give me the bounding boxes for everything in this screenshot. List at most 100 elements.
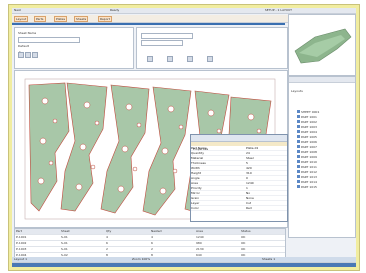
part-icon — [297, 180, 300, 183]
property-value: 1240 — [246, 181, 254, 185]
table-cell: Area — [196, 229, 203, 233]
property-value: 0 — [246, 176, 248, 180]
footer-mid-text: Zoom 100% — [132, 257, 151, 261]
property-key: Area — [191, 181, 198, 185]
table-cell: S-01 — [61, 241, 68, 245]
tab-underline — [12, 23, 285, 25]
tree-item-label: PART 1003 — [301, 124, 317, 129]
part-icon — [297, 155, 300, 158]
property-key: Part Name — [191, 146, 207, 150]
tree-item-label: PART 1006 — [301, 139, 317, 144]
part-icon — [297, 115, 300, 118]
tree-panel: Layouts SHEET 0001 PART 1001 PART 1002 PART… — [288, 76, 356, 238]
tree-item-label: PART 1008 — [301, 149, 317, 154]
tree-item[interactable]: PART 1015 — [297, 184, 355, 189]
property-value: 420 — [246, 166, 252, 170]
tree-item-label: PART 1011 — [301, 164, 317, 169]
option-label: Default — [18, 44, 29, 48]
property-key: Angle — [191, 176, 200, 180]
table-cell: Part — [16, 229, 22, 233]
table-cell: OK — [241, 235, 246, 239]
tree-item-label: PART 1001 — [301, 114, 317, 119]
property-key: Thickness — [191, 161, 206, 165]
app-window: Nest Ready SETUP - 1 LAYOUT Layout Parts… — [12, 8, 356, 267]
property-value: 310 — [246, 171, 252, 175]
part-preview-svg — [294, 28, 352, 64]
table-cell: OK — [241, 247, 246, 251]
part-icon — [297, 165, 300, 168]
option-field[interactable] — [141, 33, 193, 39]
property-key: Material — [191, 156, 204, 160]
property-key: Quantity — [191, 151, 204, 155]
toolbar-btn-2[interactable] — [167, 56, 173, 62]
sheet-name-input[interactable]: 1 — [18, 37, 80, 54]
part-icon — [297, 120, 300, 123]
table-cell: 2130 — [196, 247, 204, 251]
property-value: 1 — [246, 186, 248, 190]
tab-report[interactable]: Report — [98, 16, 112, 22]
part-icon — [297, 145, 300, 148]
option-field-2[interactable] — [141, 40, 183, 46]
add-icon[interactable] — [18, 52, 24, 58]
part-icon — [297, 170, 300, 173]
table-cell: Nested — [151, 229, 162, 233]
properties-header: Properties — [191, 135, 287, 151]
property-value: Plate-01 — [246, 146, 259, 150]
tree-header-label: Layouts — [291, 89, 303, 93]
table-cell: 4 — [106, 235, 108, 239]
part-icon — [297, 110, 300, 113]
tab-plates[interactable]: Plates — [54, 16, 68, 22]
toolbar-btn-4[interactable] — [207, 56, 213, 62]
properties-dialog: Properties Part Name Plate-01 Quantity 24 Ma… — [190, 134, 288, 222]
app-title: Nest — [14, 8, 21, 12]
property-key: Priority — [191, 186, 202, 190]
property-key: Grain — [191, 196, 200, 200]
table-cell: 2 — [151, 247, 153, 251]
table-cell: 4 — [151, 235, 153, 239]
table-cell: S-01 — [61, 235, 68, 239]
table-cell: Sheet — [61, 229, 70, 233]
property-value: Cut — [246, 201, 252, 205]
part-icon — [297, 175, 300, 178]
properties-list: Part Name Plate-01 Quantity 24 Material Steel… — [191, 146, 287, 211]
tab-sheets[interactable]: Sheets — [74, 16, 89, 22]
part-icon — [297, 185, 300, 188]
tree-item-label: PART 1007 — [301, 144, 317, 149]
toolbar-btn-1[interactable] — [147, 56, 153, 62]
tab-parts[interactable]: Parts — [34, 16, 46, 22]
left-sheet-panel: Sheet Name 1 Default — [14, 27, 134, 69]
tree-item-label: PART 1004 — [301, 129, 317, 134]
table-cell: 6 — [151, 241, 153, 245]
tree-item-label: SHEET 0001 — [301, 109, 320, 114]
tree-item-label: PART 1015 — [301, 184, 317, 189]
footer-right-text: Sheets 1 — [262, 257, 276, 261]
delete-icon[interactable] — [25, 52, 31, 58]
footer-left-text: Layout 1 — [14, 257, 28, 261]
part-icon — [297, 140, 300, 143]
table-cell: 6 — [106, 241, 108, 245]
table-cell: P-1003 — [16, 247, 27, 251]
title-right-text: SETUP - 1 LAYOUT — [264, 8, 292, 12]
property-value: None — [246, 196, 254, 200]
tree-item-label: PART 1012 — [301, 169, 317, 174]
sheet-name-label: Sheet Name — [18, 31, 37, 35]
table-cell: Qty — [106, 229, 112, 233]
tree-item-label: PART 1010 — [301, 159, 317, 164]
table-cell: Status — [241, 229, 251, 233]
tab-layout[interactable]: Layout — [14, 16, 29, 22]
property-key: Mirror — [191, 191, 200, 195]
tree-item-label: PART 1013 — [301, 174, 317, 179]
status-label: Ready — [110, 8, 120, 12]
table-cell: P-1001 — [16, 235, 27, 239]
table-cell: P-1002 — [16, 241, 27, 245]
property-row[interactable]: Color Red — [191, 206, 287, 211]
property-value: 5 — [246, 161, 248, 165]
table-cell: 2 — [106, 247, 108, 251]
tree-item-label: PART 1005 — [301, 134, 317, 139]
tree-item-label: PART 1009 — [301, 154, 317, 159]
edit-icon[interactable] — [32, 52, 38, 58]
property-key: Width — [191, 166, 200, 170]
toolbar-btn-3[interactable] — [187, 56, 193, 62]
table-cell: OK — [241, 241, 246, 245]
status-bar — [12, 263, 356, 267]
